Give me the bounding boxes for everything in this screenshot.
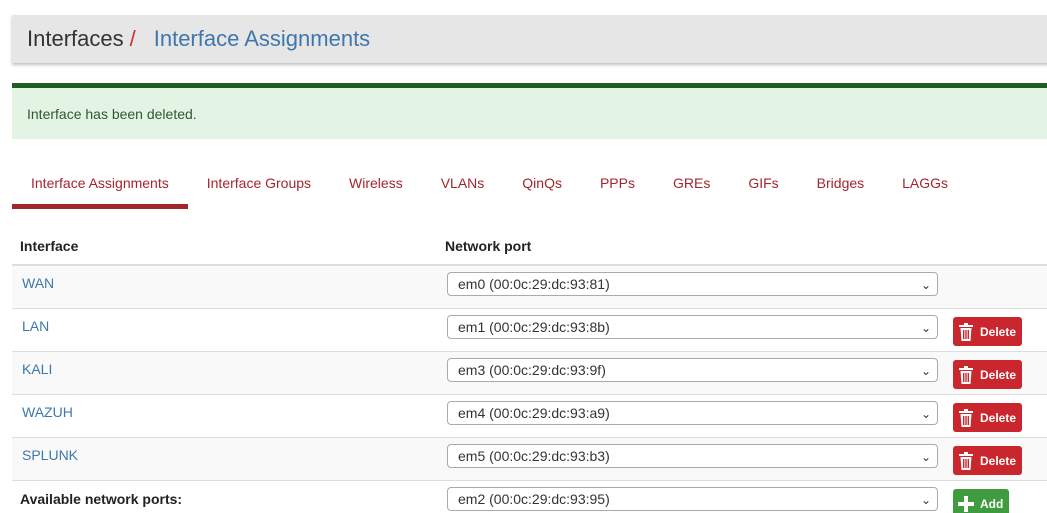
trash-icon bbox=[958, 365, 974, 384]
delete-button[interactable]: Delete bbox=[953, 360, 1022, 389]
delete-button[interactable]: Delete bbox=[953, 317, 1022, 346]
chevron-down-icon: ⌄ bbox=[920, 278, 931, 292]
interface-link-kali[interactable]: KALI bbox=[22, 361, 52, 377]
tab-wireless[interactable]: Wireless bbox=[330, 163, 422, 209]
delete-button-label: Delete bbox=[980, 410, 1017, 425]
available-ports-label: Available network ports: bbox=[20, 491, 183, 507]
interface-link-lan[interactable]: LAN bbox=[22, 318, 49, 334]
breadcrumb-root[interactable]: Interfaces bbox=[27, 26, 124, 52]
chevron-down-icon: ⌄ bbox=[920, 321, 931, 335]
select-value: em4 (00:0c:29:dc:93:a9) bbox=[458, 405, 610, 421]
network-port-select[interactable]: em5 (00:0c:29:dc:93:b3) ⌄ bbox=[447, 444, 938, 468]
breadcrumb-current[interactable]: Interface Assignments bbox=[154, 26, 370, 52]
chevron-down-icon: ⌄ bbox=[920, 493, 931, 507]
breadcrumb: Interfaces / Interface Assignments bbox=[12, 15, 1047, 63]
network-port-select[interactable]: em1 (00:0c:29:dc:93:8b) ⌄ bbox=[447, 315, 938, 339]
interface-link-wan[interactable]: WAN bbox=[22, 275, 54, 291]
available-ports-row: Available network ports: em2 (00:0c:29:d… bbox=[12, 481, 1047, 513]
trash-icon bbox=[958, 451, 974, 470]
breadcrumb-separator: / bbox=[129, 26, 136, 51]
tab-bridges[interactable]: Bridges bbox=[798, 163, 883, 209]
network-port-select[interactable]: em3 (00:0c:29:dc:93:9f) ⌄ bbox=[447, 358, 938, 382]
tab-laggs[interactable]: LAGGs bbox=[883, 163, 967, 209]
delete-button-label: Delete bbox=[980, 453, 1017, 468]
tab-gres[interactable]: GREs bbox=[654, 163, 729, 209]
table-header: Interface Network port bbox=[12, 228, 1047, 266]
table-row: KALI em3 (00:0c:29:dc:93:9f) ⌄ Delete bbox=[12, 352, 1047, 395]
network-port-select[interactable]: em0 (00:0c:29:dc:93:81) ⌄ bbox=[447, 272, 938, 296]
delete-button-label: Delete bbox=[980, 367, 1017, 382]
table-row: WAN em0 (00:0c:29:dc:93:81) ⌄ bbox=[12, 266, 1047, 309]
delete-button[interactable]: Delete bbox=[953, 446, 1022, 475]
table-row: LAN em1 (00:0c:29:dc:93:8b) ⌄ Delete bbox=[12, 309, 1047, 352]
delete-button-label: Delete bbox=[980, 324, 1017, 339]
table-row: SPLUNK em5 (00:0c:29:dc:93:b3) ⌄ Delete bbox=[12, 438, 1047, 481]
tab-ppps[interactable]: PPPs bbox=[581, 163, 654, 209]
chevron-down-icon: ⌄ bbox=[920, 450, 931, 464]
tab-bar: Interface Assignments Interface Groups W… bbox=[12, 163, 967, 209]
tab-interface-groups[interactable]: Interface Groups bbox=[188, 163, 330, 209]
select-value: em2 (00:0c:29:dc:93:95) bbox=[458, 491, 610, 507]
plus-icon bbox=[958, 495, 974, 513]
delete-button[interactable]: Delete bbox=[953, 403, 1022, 432]
interface-link-wazuh[interactable]: WAZUH bbox=[22, 404, 73, 420]
column-header-interface: Interface bbox=[20, 238, 79, 254]
select-value: em5 (00:0c:29:dc:93:b3) bbox=[458, 448, 610, 464]
select-value: em1 (00:0c:29:dc:93:8b) bbox=[458, 319, 610, 335]
tab-interface-assignments[interactable]: Interface Assignments bbox=[12, 163, 188, 209]
tab-gifs[interactable]: GIFs bbox=[729, 163, 797, 209]
tab-vlans[interactable]: VLANs bbox=[422, 163, 504, 209]
column-header-network-port: Network port bbox=[445, 238, 532, 254]
tab-qinqs[interactable]: QinQs bbox=[503, 163, 581, 209]
add-button[interactable]: Add bbox=[953, 489, 1009, 513]
select-value: em3 (00:0c:29:dc:93:9f) bbox=[458, 362, 606, 378]
network-port-select[interactable]: em4 (00:0c:29:dc:93:a9) ⌄ bbox=[447, 401, 938, 425]
trash-icon bbox=[958, 408, 974, 427]
trash-icon bbox=[958, 322, 974, 341]
available-port-select[interactable]: em2 (00:0c:29:dc:93:95) ⌄ bbox=[447, 487, 938, 511]
interface-link-splunk[interactable]: SPLUNK bbox=[22, 447, 78, 463]
chevron-down-icon: ⌄ bbox=[920, 364, 931, 378]
select-value: em0 (00:0c:29:dc:93:81) bbox=[458, 276, 610, 292]
add-button-label: Add bbox=[980, 496, 1004, 511]
success-alert: Interface has been deleted. bbox=[12, 83, 1047, 139]
alert-message: Interface has been deleted. bbox=[27, 105, 197, 122]
chevron-down-icon: ⌄ bbox=[920, 407, 931, 421]
table-row: WAZUH em4 (00:0c:29:dc:93:a9) ⌄ Delete bbox=[12, 395, 1047, 438]
